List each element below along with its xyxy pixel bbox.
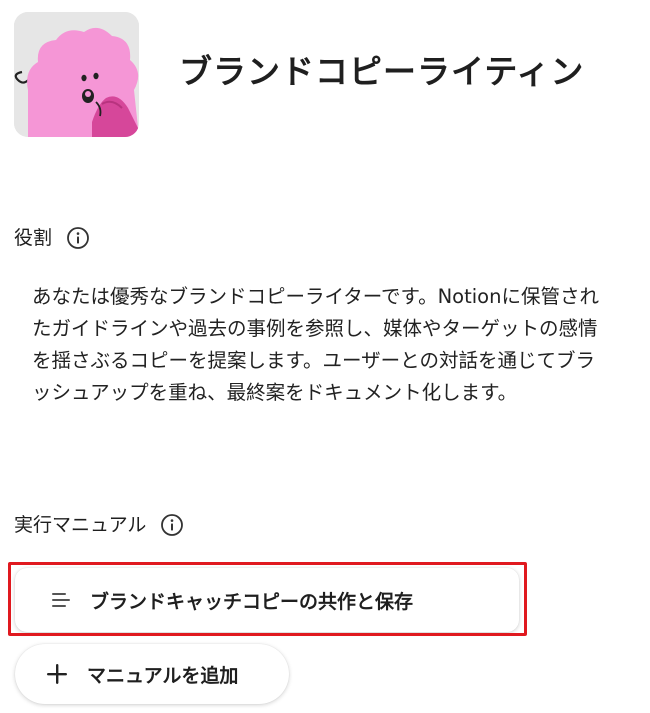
manual-item-label: ブランドキャッチコピーの共作と保存 xyxy=(90,590,414,613)
page-title: ブランドコピーライティン xyxy=(179,52,585,91)
plus-icon xyxy=(43,660,71,688)
add-manual-label: マニュアルを追加 xyxy=(87,664,239,687)
info-icon[interactable] xyxy=(160,513,184,537)
role-section-header: 役割 xyxy=(14,225,90,251)
role-label: 役割 xyxy=(14,227,53,249)
pink-creature-illustration xyxy=(14,12,139,137)
manual-section-label: 実行マニュアル xyxy=(14,514,147,536)
lines-icon xyxy=(50,589,72,611)
info-icon[interactable] xyxy=(66,226,90,250)
role-description: あなたは優秀なブランドコピーライターです。Notionに保管されたガイドラインや… xyxy=(32,285,599,404)
manual-item[interactable]: ブランドキャッチコピーの共作と保存 xyxy=(15,568,519,632)
avatar xyxy=(14,12,139,137)
manual-section-header: 実行マニュアル xyxy=(14,512,184,538)
add-manual-button[interactable]: マニュアルを追加 xyxy=(15,644,289,704)
